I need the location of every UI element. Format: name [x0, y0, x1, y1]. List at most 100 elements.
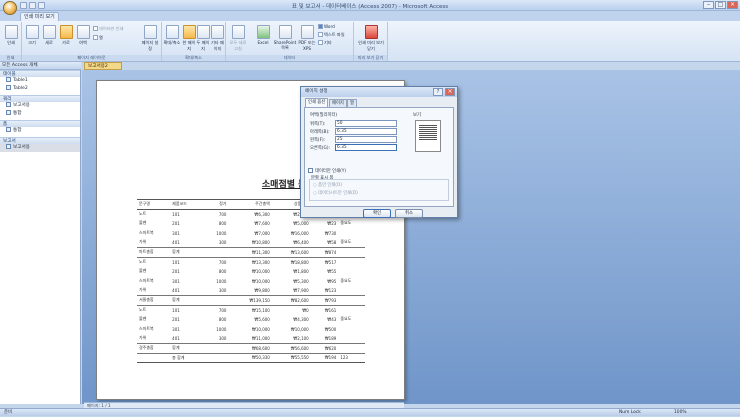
- subtotal-row: 경주총합 합계 ₩68,600 ₩56,600 ₩620: [137, 342, 365, 354]
- margins-button[interactable]: 여백: [75, 25, 91, 46]
- export-word-button[interactable]: Word: [318, 24, 335, 29]
- tab-page[interactable]: 페이지: [329, 99, 347, 107]
- table-cell: 1000: [216, 278, 227, 284]
- top-margin-input[interactable]: 50: [335, 120, 397, 127]
- maximize-button[interactable]: □: [715, 1, 726, 9]
- dialog-close-button[interactable]: ×: [445, 88, 455, 96]
- nav-item-report[interactable]: 보고서용: [0, 144, 80, 152]
- table-cell: 201: [172, 268, 180, 274]
- table-cell: [338, 246, 365, 258]
- table-cell: ₩5,600: [254, 316, 270, 322]
- one-page-button[interactable]: 한 페이지: [182, 25, 196, 52]
- minimize-button[interactable]: –: [703, 1, 714, 9]
- table-cell: ₩4,300: [293, 316, 309, 322]
- zoom-button[interactable]: 확대/축소: [163, 25, 181, 46]
- print-data-only-checkbox[interactable]: [308, 168, 313, 173]
- ok-button[interactable]: 확인: [363, 209, 391, 218]
- table-cell: 경주총합: [137, 342, 171, 354]
- table-cell: 볼펜: [139, 316, 147, 322]
- table-cell: ₩58: [327, 239, 337, 245]
- ribbon: 인쇄 인쇄 크기 세로 가로 여백 데이터만 인쇄 열 페이지 설정 페이지 레…: [0, 21, 740, 62]
- table-cell: ₩139,150: [228, 294, 272, 306]
- table-cell: 노트: [139, 211, 147, 217]
- table-cell: [203, 294, 229, 306]
- print-button[interactable]: 인쇄: [2, 25, 20, 46]
- nav-item-query-combined[interactable]: 통합: [0, 110, 80, 118]
- export-sharepoint-button[interactable]: SharePoint 목록: [273, 25, 297, 51]
- table-cell: 301: [172, 278, 180, 284]
- print-data-only-label: 데이터만 인쇄(Y): [315, 169, 347, 174]
- table-cell: ₩68,600: [228, 342, 272, 354]
- table-cell: ₩793: [310, 294, 339, 306]
- document-tab[interactable]: 보고서용2: [84, 62, 122, 70]
- cancel-button[interactable]: 취소: [395, 209, 423, 218]
- export-excel-button[interactable]: Excel: [254, 25, 272, 45]
- export-pdf-button[interactable]: PDF 또는 XPS: [298, 25, 316, 51]
- table-cell: 401: [172, 335, 180, 341]
- table-row: 볼펜 201 800 ₩7,600 ₩5,000 ₩23 중요도: [137, 219, 365, 229]
- export-text-button[interactable]: 텍스트 파일: [318, 32, 345, 38]
- group-label: 미리 보기 닫기: [354, 55, 387, 61]
- undo-icon[interactable]: [29, 2, 36, 9]
- more-pages-button[interactable]: 기타 페이지: [210, 25, 225, 52]
- table-cell: [338, 305, 365, 315]
- right-margin-input[interactable]: 6.35: [335, 144, 397, 151]
- query-icon: [6, 102, 11, 107]
- table-cell: ₩56,600: [271, 342, 311, 354]
- tab-print-options[interactable]: 인쇄 옵션: [305, 98, 329, 107]
- excel-icon: [256, 25, 270, 39]
- columns-button[interactable]: 열: [93, 35, 103, 41]
- nav-section-queries[interactable]: 쿼리: [0, 95, 80, 102]
- tab-columns[interactable]: 열: [347, 99, 357, 107]
- table-cell: 300: [218, 287, 227, 293]
- nav-item-table1[interactable]: Table1: [0, 77, 80, 85]
- nav-section-reports[interactable]: 보고서: [0, 137, 80, 144]
- table-cell: ₩82,600: [271, 294, 311, 306]
- two-pages-button[interactable]: 두 페이지: [196, 25, 210, 52]
- refresh-all-button[interactable]: 모두 새로 고침: [228, 25, 248, 52]
- table-cell: ₩10,000: [290, 326, 309, 332]
- landscape-button[interactable]: 가로: [58, 25, 74, 46]
- office-button[interactable]: [3, 1, 17, 15]
- preview-label: 보기: [413, 113, 421, 118]
- sharepoint-icon: [278, 25, 292, 39]
- group-label: 데이터: [226, 55, 353, 61]
- table-row: 가위 401 300 ₩10,800 ₩6,400 ₩58 중요도: [137, 238, 365, 248]
- nav-item-query-report[interactable]: 보고서용: [0, 102, 80, 110]
- close-preview-button[interactable]: 인쇄 미리 보기 닫기: [357, 25, 385, 52]
- portrait-button[interactable]: 세로: [41, 25, 57, 46]
- table-cell: ₩11,000: [251, 335, 270, 341]
- form-icon: [6, 127, 11, 132]
- nav-item-table2[interactable]: Table2: [0, 85, 80, 93]
- margins-icon: [76, 25, 90, 39]
- tab-print-preview[interactable]: 인쇄 미리 보기: [20, 12, 59, 21]
- table-cell: [203, 246, 229, 258]
- form-only-option[interactable]: ○ 폼만 인쇄(O): [313, 182, 342, 188]
- save-icon[interactable]: [20, 2, 27, 9]
- bottom-margin-input[interactable]: 6.35: [335, 128, 397, 135]
- top-margin-label: 위쪽(T):: [310, 122, 326, 127]
- nav-section-tables[interactable]: 테이블: [0, 70, 80, 77]
- nav-item-form-combined[interactable]: 통합: [0, 127, 80, 135]
- table-cell: 중요도: [340, 316, 352, 322]
- table-cell: [338, 342, 365, 354]
- redo-icon[interactable]: [38, 2, 45, 9]
- table-cell: ₩517: [324, 259, 337, 265]
- nav-pane-header[interactable]: 모든 Access 개체: [0, 62, 81, 70]
- table-cell: 201: [172, 316, 180, 322]
- table-cell: ₩18,800: [290, 259, 309, 265]
- datasheet-only-option[interactable]: ○ 데이터시트만 인쇄(D): [313, 190, 358, 196]
- nav-section-forms[interactable]: 폼: [0, 120, 80, 127]
- table-cell: 서울총합: [137, 294, 171, 306]
- print-data-only-checkbox[interactable]: 데이터만 인쇄: [93, 26, 123, 32]
- export-more-button[interactable]: 기타: [318, 40, 332, 46]
- table-cell: 합계: [170, 294, 204, 306]
- page-setup-button[interactable]: 페이지 설정: [140, 25, 160, 52]
- close-button[interactable]: ×: [727, 1, 738, 9]
- table-cell: 정가: [203, 199, 229, 210]
- table-icon: [6, 77, 11, 82]
- help-button[interactable]: ?: [433, 88, 443, 96]
- left-margin-input[interactable]: 25: [335, 136, 397, 143]
- table-cell: ₩10,000: [251, 278, 270, 284]
- size-button[interactable]: 크기: [24, 25, 40, 46]
